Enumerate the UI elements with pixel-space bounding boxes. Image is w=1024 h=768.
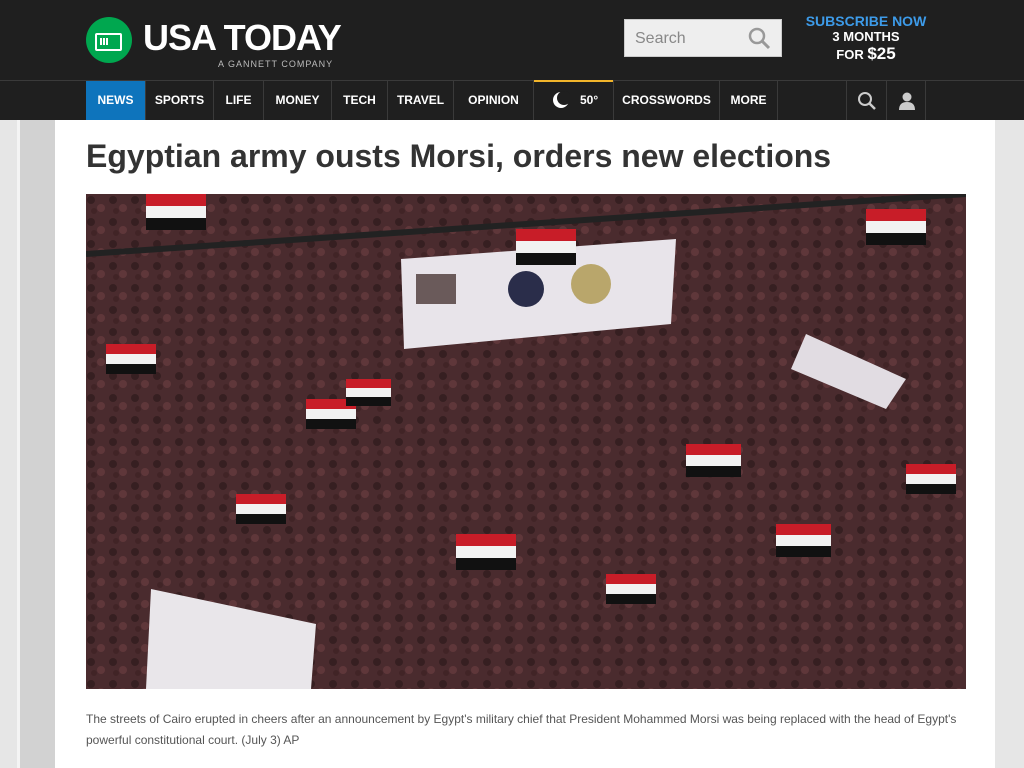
left-gutter — [20, 120, 55, 768]
subscribe-line3: FOR $25 — [800, 44, 932, 64]
search-icon[interactable] — [747, 26, 771, 50]
nav-tech[interactable]: TECH — [332, 81, 388, 120]
brand-name[interactable]: USA TODAY — [143, 18, 342, 58]
nav-life[interactable]: LIFE — [214, 81, 264, 120]
weather-accent — [534, 80, 613, 82]
site-header: USA TODAY A GANNETT COMPANY Search SUBSC… — [0, 0, 1024, 80]
subscribe-promo[interactable]: SUBSCRIBE NOW 3 MONTHS FOR $25 — [800, 13, 932, 64]
article-video[interactable] — [86, 194, 966, 689]
search-input[interactable]: Search — [624, 19, 782, 57]
photo-caption: The streets of Cairo erupted in cheers a… — [86, 712, 957, 747]
nav-user-button[interactable] — [886, 81, 926, 120]
subscribe-for: FOR — [836, 47, 868, 62]
subscribe-line1[interactable]: SUBSCRIBE NOW — [800, 13, 932, 29]
usatoday-logo-icon[interactable] — [86, 17, 132, 63]
crowd-flags-image — [86, 194, 966, 689]
nav-travel[interactable]: TRAVEL — [388, 81, 454, 120]
main-nav: NEWS SPORTS LIFE MONEY TECH TRAVEL OPINI… — [0, 80, 1024, 120]
search-icon — [858, 92, 876, 110]
subscribe-line2: 3 MONTHS — [832, 29, 900, 44]
nav-sports[interactable]: SPORTS — [146, 81, 214, 120]
brand-sub: A GANNETT COMPANY — [218, 59, 334, 69]
nav-money[interactable]: MONEY — [264, 81, 332, 120]
nav-more[interactable]: MORE — [720, 81, 778, 120]
weather-temp: 50° — [580, 93, 599, 107]
subscribe-price: $25 — [867, 44, 896, 63]
nav-news[interactable]: NEWS — [86, 81, 146, 120]
search-placeholder: Search — [635, 30, 686, 47]
nav-opinion[interactable]: OPINION — [454, 81, 534, 120]
weather-icon — [553, 91, 570, 108]
nav-search-button[interactable] — [846, 81, 886, 120]
nav-weather[interactable]: 50° — [534, 80, 614, 120]
page-title: Egyptian army ousts Morsi, orders new el… — [86, 138, 832, 174]
user-icon — [899, 92, 915, 110]
nav-crosswords[interactable]: CROSSWORDS — [614, 81, 720, 120]
